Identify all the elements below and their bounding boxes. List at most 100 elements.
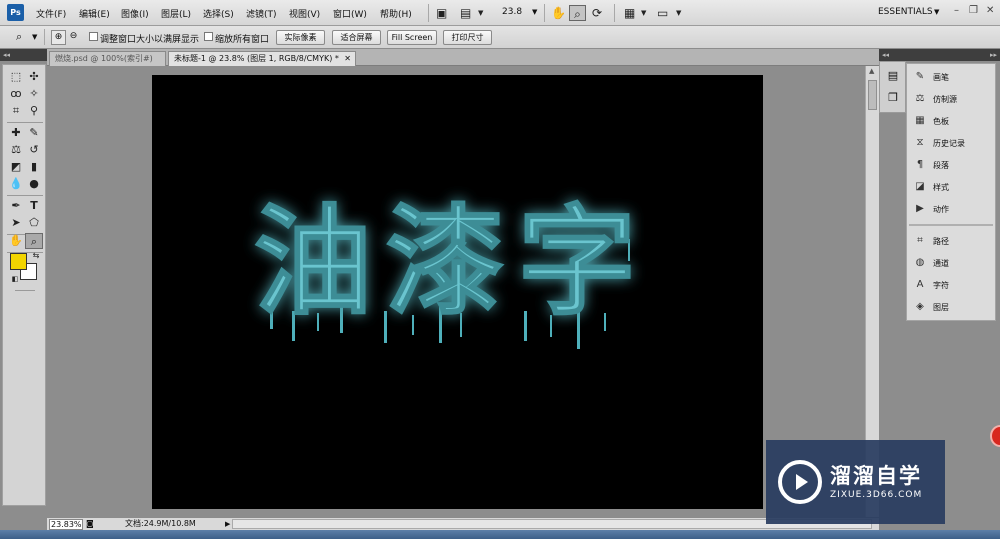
- restore-icon[interactable]: ❐: [969, 5, 978, 16]
- character-icon: A: [916, 279, 924, 290]
- brush-tool-icon[interactable]: ✎: [25, 125, 43, 141]
- menu-view[interactable]: 视图(V): [289, 7, 320, 20]
- screen-mode-icon[interactable]: ▭: [657, 5, 668, 21]
- crop-tool-icon[interactable]: ⌗: [7, 103, 25, 119]
- zoom-tool-icon[interactable]: ⌕: [569, 5, 586, 21]
- menu-layer[interactable]: 图层(L): [161, 7, 191, 20]
- minimize-icon[interactable]: –: [954, 5, 959, 16]
- foreground-color-swatch[interactable]: [10, 253, 27, 270]
- actual-pixels-button[interactable]: 实际像素: [276, 30, 325, 45]
- chevron-down-icon[interactable]: ▼: [532, 8, 537, 16]
- resize-windows-checkbox[interactable]: [89, 32, 98, 41]
- panel-item-paragraph[interactable]: ¶ 段落: [907, 155, 995, 177]
- panel-item-history[interactable]: ⧖ 历史记录: [907, 133, 995, 155]
- blur-tool-icon[interactable]: 💧: [7, 176, 25, 192]
- bridge-icon[interactable]: ▣: [436, 5, 447, 21]
- lasso-tool-icon[interactable]: ꝏ: [7, 86, 25, 102]
- magic-wand-tool-icon[interactable]: ✧: [25, 86, 43, 102]
- panel-item-swatches[interactable]: ▦ 色板: [907, 111, 995, 133]
- chevron-down-icon[interactable]: ▼: [32, 33, 37, 41]
- chevron-down-icon[interactable]: ▼: [641, 5, 646, 21]
- layers-icon: ◈: [916, 301, 924, 312]
- chevron-down-icon[interactable]: ▼: [478, 5, 483, 21]
- workspace-switcher[interactable]: ESSENTIALS: [878, 7, 933, 17]
- hand-tool-icon[interactable]: ✋: [551, 5, 566, 21]
- tool-separator: [15, 290, 35, 291]
- panel-item-paths[interactable]: ⌗ 路径: [907, 231, 995, 253]
- chevron-down-icon[interactable]: ▼: [934, 8, 939, 16]
- fill-screen-button[interactable]: Fill Screen: [387, 30, 437, 45]
- panel-item-styles[interactable]: ◪ 样式: [907, 177, 995, 199]
- history-brush-tool-icon[interactable]: ↺: [25, 142, 43, 158]
- view-extras-icon[interactable]: ▤: [460, 5, 471, 21]
- menu-select[interactable]: 选择(S): [203, 7, 234, 20]
- fit-screen-button[interactable]: 适合屏幕: [332, 30, 381, 45]
- menu-help[interactable]: 帮助(H): [380, 7, 412, 20]
- info-panel-icon[interactable]: ▤: [885, 68, 901, 84]
- print-size-button[interactable]: 打印尺寸: [443, 30, 492, 45]
- zoom-in-icon[interactable]: ⊕: [51, 30, 66, 45]
- marquee-tool-icon[interactable]: ⬚: [7, 69, 25, 85]
- eraser-tool-icon[interactable]: ◩: [7, 159, 25, 175]
- panel-label: 历史记录: [933, 139, 965, 148]
- collapse-icon[interactable]: ▸▸: [990, 49, 997, 61]
- panel-item-channels[interactable]: ◍ 通道: [907, 253, 995, 275]
- close-icon[interactable]: ✕: [344, 52, 351, 66]
- menu-image[interactable]: 图像(I): [121, 7, 149, 20]
- shape-tool-icon[interactable]: ⬠: [25, 215, 43, 231]
- swap-colors-icon[interactable]: ⇆: [27, 248, 45, 264]
- default-colors-icon[interactable]: ◧: [6, 271, 24, 287]
- zoom-tool-icon[interactable]: ⌕: [25, 233, 43, 249]
- watermark: 溜溜自学 ZIXUE.3D66.COM: [766, 440, 945, 524]
- panel-item-clone-source[interactable]: ⚖ 仿制源: [907, 89, 995, 111]
- scrollbar-thumb[interactable]: [868, 80, 877, 110]
- menu-edit[interactable]: 编辑(E): [79, 7, 110, 20]
- panel-item-brushes[interactable]: ✎ 画笔: [907, 67, 995, 89]
- panel-item-layers[interactable]: ◈ 图层: [907, 297, 995, 319]
- zoom-out-icon[interactable]: ⊖: [66, 30, 81, 45]
- os-taskbar: [0, 530, 1000, 539]
- panel-item-character[interactable]: A 字符: [907, 275, 995, 297]
- status-menu-arrow-icon[interactable]: ▶: [225, 518, 230, 530]
- brush-icon: ✎: [915, 71, 925, 82]
- healing-brush-tool-icon[interactable]: ✚: [7, 125, 25, 141]
- menu-window[interactable]: 窗口(W): [333, 7, 367, 20]
- pen-tool-icon[interactable]: ✒: [7, 198, 25, 214]
- arrange-documents-icon[interactable]: ▦: [624, 5, 635, 21]
- scroll-up-icon[interactable]: ▲: [869, 67, 874, 75]
- status-info-icon[interactable]: ◙: [86, 518, 94, 530]
- status-bar: 23.83% ◙ 文档:24.9M/10.8M ▶: [47, 517, 879, 530]
- zoom-level-readout[interactable]: 23.8: [502, 7, 522, 17]
- zoom-percentage-field[interactable]: 23.83%: [49, 519, 83, 530]
- path-selection-tool-icon[interactable]: ➤: [7, 215, 25, 231]
- panel-dock-collapse-bar[interactable]: ◂◂ ▸▸: [879, 49, 1000, 61]
- move-tool-icon[interactable]: ✣: [25, 69, 43, 85]
- rotate-view-icon[interactable]: ⟳: [592, 5, 602, 21]
- tab-active-document[interactable]: 未标题-1 @ 23.8% (图层 1, RGB/8/CMYK) * ✕: [168, 51, 356, 66]
- chevron-down-icon[interactable]: ▼: [676, 5, 681, 21]
- toolbox-collapse-bar[interactable]: ◂◂: [0, 49, 47, 61]
- canvas-area: 油漆字: [47, 66, 865, 517]
- zoom-tool-preset-icon[interactable]: ⌕: [16, 30, 22, 44]
- menu-filter[interactable]: 滤镜(T): [246, 7, 277, 20]
- gradient-tool-icon[interactable]: ▮: [25, 159, 43, 175]
- eyedropper-tool-icon[interactable]: ⚲: [25, 103, 43, 119]
- menu-file[interactable]: 文件(F): [36, 7, 66, 20]
- zoom-all-windows-checkbox[interactable]: [204, 32, 213, 41]
- zoom-all-windows-label: 缩放所有窗口: [215, 35, 270, 45]
- options-bar: ⌕ ▼ ⊕ ⊖ 调整窗口大小以满屏显示 缩放所有窗口 实际像素 适合屏幕 Fil…: [0, 26, 1000, 49]
- close-icon[interactable]: ✕: [986, 5, 994, 16]
- type-tool-icon[interactable]: T: [25, 198, 43, 214]
- tool-separator: [7, 122, 43, 123]
- clone-stamp-tool-icon[interactable]: ⚖: [7, 142, 25, 158]
- navigator-panel-icon[interactable]: ❐: [885, 90, 901, 106]
- actions-icon: ▶: [916, 203, 924, 214]
- hand-tool-icon[interactable]: ✋: [7, 233, 25, 249]
- tab-inactive-document[interactable]: 燃烧.psd @ 100%(索引#): [49, 51, 166, 66]
- expand-icon[interactable]: ◂◂: [882, 49, 889, 61]
- dodge-tool-icon[interactable]: ●: [25, 176, 43, 192]
- menu-separator: [544, 4, 545, 22]
- document-canvas[interactable]: 油漆字: [152, 75, 763, 509]
- panel-divider: [909, 224, 993, 226]
- panel-item-actions[interactable]: ▶ 动作: [907, 199, 995, 221]
